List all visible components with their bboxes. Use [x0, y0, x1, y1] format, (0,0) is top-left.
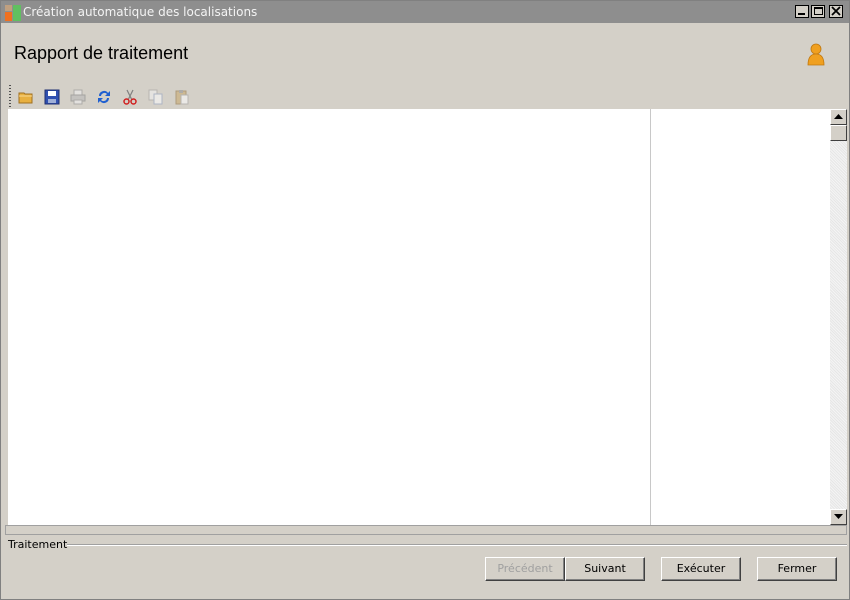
page-title: Rapport de traitement — [14, 43, 189, 63]
user-icon — [806, 43, 826, 67]
scroll-thumb[interactable] — [830, 125, 847, 141]
maximize-icon[interactable] — [811, 5, 825, 18]
splitter[interactable] — [650, 109, 651, 525]
copy-icon[interactable] — [145, 86, 167, 108]
print-icon[interactable] — [67, 86, 89, 108]
vertical-scrollbar[interactable] — [830, 109, 847, 525]
app-icon — [5, 5, 21, 21]
scroll-up-icon[interactable] — [830, 109, 847, 125]
execute-button[interactable]: Exécuter — [661, 557, 741, 581]
open-folder-icon[interactable] — [15, 86, 37, 108]
window-title: Création automatique des localisations — [23, 5, 258, 19]
next-button[interactable]: Suivant — [565, 557, 645, 581]
paste-icon[interactable] — [171, 86, 193, 108]
report-content-area[interactable] — [8, 109, 847, 525]
refresh-icon[interactable] — [93, 86, 115, 108]
previous-button[interactable]: Précédent — [485, 557, 565, 581]
horizontal-splitter[interactable] — [5, 525, 847, 535]
group-divider-highlight — [61, 545, 847, 546]
cut-icon[interactable] — [119, 86, 141, 108]
main-window: Création automatique des localisations R… — [0, 0, 850, 600]
close-button[interactable]: Fermer — [757, 557, 837, 581]
title-bar[interactable]: Création automatique des localisations — [1, 1, 849, 23]
group-label: Traitement — [8, 538, 68, 551]
scroll-down-icon[interactable] — [830, 509, 847, 525]
minimize-icon[interactable] — [795, 5, 809, 18]
save-icon[interactable] — [41, 86, 63, 108]
toolbar — [9, 85, 209, 109]
close-icon[interactable] — [829, 5, 843, 18]
toolbar-grip[interactable] — [9, 85, 11, 109]
